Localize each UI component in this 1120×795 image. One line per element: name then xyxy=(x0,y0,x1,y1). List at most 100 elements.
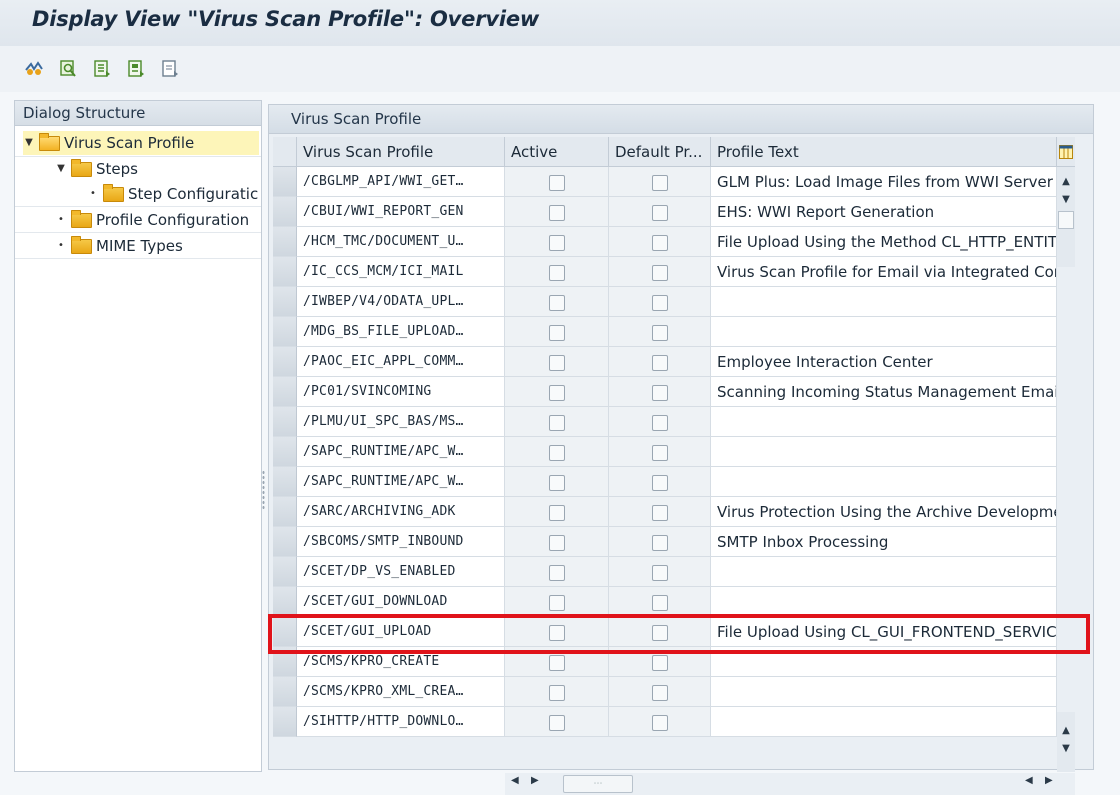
scroll-thumb[interactable]: ⋯ xyxy=(563,775,633,793)
row-selector[interactable] xyxy=(273,317,297,347)
panel-splitter[interactable] xyxy=(262,470,265,510)
row-selector[interactable] xyxy=(273,197,297,227)
default-checkbox[interactable] xyxy=(651,655,668,671)
active-checkbox[interactable] xyxy=(548,715,565,731)
default-checkbox[interactable] xyxy=(651,445,668,461)
expand-triangle-icon[interactable]: ▼ xyxy=(55,157,67,181)
row-selector[interactable] xyxy=(273,557,297,587)
active-checkbox[interactable] xyxy=(548,295,565,311)
row-selector[interactable] xyxy=(273,467,297,497)
table-row[interactable]: /SBCOMS/SMTP_INBOUND SMTP Inbox Processin… xyxy=(273,527,1075,557)
tree-item-mime-types[interactable]: • MIME Types xyxy=(55,234,183,258)
scroll-left-icon[interactable]: ◀ xyxy=(1025,775,1033,786)
table-row[interactable]: /SCET/GUI_DOWNLOAD xyxy=(273,587,1075,617)
scroll-thumb[interactable] xyxy=(1058,211,1074,229)
active-checkbox[interactable] xyxy=(548,205,565,221)
tree-item-virus-scan-profile[interactable]: ▼ Virus Scan Profile xyxy=(23,131,259,155)
select-all-rows-button[interactable] xyxy=(273,137,297,167)
column-header-profile[interactable]: Virus Scan Profile xyxy=(297,137,505,167)
column-header-default[interactable]: Default Pr... xyxy=(609,137,711,167)
table-row[interactable]: /SIHTTP/HTTP_DOWNLO… xyxy=(273,707,1075,737)
scroll-down-icon[interactable]: ▼ xyxy=(1057,740,1075,758)
tree-item-step-configuration[interactable]: • Step Configuratic xyxy=(87,182,259,206)
select-block-icon[interactable] xyxy=(126,59,146,79)
active-checkbox[interactable] xyxy=(548,415,565,431)
horizontal-scrollbar[interactable]: ◀ ▶ ⋯ ◀ ▶ xyxy=(505,773,1075,795)
scroll-up-icon[interactable]: ▲ xyxy=(1057,173,1075,191)
active-checkbox[interactable] xyxy=(548,505,565,521)
row-selector[interactable] xyxy=(273,377,297,407)
row-selector[interactable] xyxy=(273,587,297,617)
active-checkbox[interactable] xyxy=(548,265,565,281)
default-checkbox[interactable] xyxy=(651,475,668,491)
select-all-icon[interactable] xyxy=(92,59,112,79)
active-checkbox[interactable] xyxy=(548,445,565,461)
active-checkbox[interactable] xyxy=(548,535,565,551)
default-checkbox[interactable] xyxy=(651,355,668,371)
scroll-down-icon[interactable]: ▼ xyxy=(1057,191,1075,209)
table-row[interactable]: /PAOC_EIC_APPL_COMM… Employee Interaction… xyxy=(273,347,1075,377)
default-checkbox[interactable] xyxy=(651,685,668,701)
row-selector[interactable] xyxy=(273,677,297,707)
default-checkbox[interactable] xyxy=(651,385,668,401)
active-checkbox[interactable] xyxy=(548,685,565,701)
table-row[interactable]: /CBUI/WWI_REPORT_GEN EHS: WWI Report Gene… xyxy=(273,197,1075,227)
default-checkbox[interactable] xyxy=(651,175,668,191)
vertical-scrollbar[interactable]: ▲ ▼ xyxy=(1057,167,1075,267)
details-icon[interactable] xyxy=(58,59,78,79)
default-checkbox[interactable] xyxy=(651,535,668,551)
table-row[interactable]: /SARC/ARCHIVING_ADK Virus Protection Usin… xyxy=(273,497,1075,527)
table-row[interactable]: /PLMU/UI_SPC_BAS/MS… xyxy=(273,407,1075,437)
active-checkbox[interactable] xyxy=(548,355,565,371)
active-checkbox[interactable] xyxy=(548,565,565,581)
active-checkbox[interactable] xyxy=(548,655,565,671)
active-checkbox[interactable] xyxy=(548,235,565,251)
active-checkbox[interactable] xyxy=(548,385,565,401)
table-row[interactable]: /HCM_TMC/DOCUMENT_U… File Upload Using th… xyxy=(273,227,1075,257)
row-selector[interactable] xyxy=(273,287,297,317)
default-checkbox[interactable] xyxy=(651,265,668,281)
default-checkbox[interactable] xyxy=(651,205,668,221)
table-row[interactable]: /CBGLMP_API/WWI_GET… GLM Plus: Load Image… xyxy=(273,167,1075,197)
scroll-left-icon[interactable]: ◀ xyxy=(511,775,519,786)
other-view-icon[interactable] xyxy=(24,59,44,79)
table-row[interactable]: /SCET/DP_VS_ENABLED xyxy=(273,557,1075,587)
scroll-right-icon[interactable]: ▶ xyxy=(1045,775,1053,786)
row-selector[interactable] xyxy=(273,437,297,467)
table-row[interactable]: /SAPC_RUNTIME/APC_W… xyxy=(273,437,1075,467)
vertical-scrollbar-bottom[interactable]: ▲ ▼ xyxy=(1057,712,1075,772)
table-settings-icon[interactable] xyxy=(1057,137,1075,167)
active-checkbox[interactable] xyxy=(548,475,565,491)
table-row[interactable]: /MDG_BS_FILE_UPLOAD… xyxy=(273,317,1075,347)
row-selector[interactable] xyxy=(273,257,297,287)
table-row[interactable]: /SAPC_RUNTIME/APC_W… xyxy=(273,467,1075,497)
default-checkbox[interactable] xyxy=(651,325,668,341)
scroll-right-icon[interactable]: ▶ xyxy=(531,775,539,786)
active-checkbox[interactable] xyxy=(548,175,565,191)
default-checkbox[interactable] xyxy=(651,505,668,521)
row-selector[interactable] xyxy=(273,347,297,377)
column-header-profile-text[interactable]: Profile Text xyxy=(711,137,1057,167)
table-row[interactable]: /PC01/SVINCOMING Scanning Incoming Status… xyxy=(273,377,1075,407)
row-selector[interactable] xyxy=(273,167,297,197)
default-checkbox[interactable] xyxy=(651,565,668,581)
table-row[interactable]: /SCMS/KPRO_XML_CREA… xyxy=(273,677,1075,707)
row-selector[interactable] xyxy=(273,527,297,557)
row-selector[interactable] xyxy=(273,707,297,737)
expand-triangle-icon[interactable]: ▼ xyxy=(23,131,35,155)
row-selector[interactable] xyxy=(273,227,297,257)
default-checkbox[interactable] xyxy=(651,415,668,431)
default-checkbox[interactable] xyxy=(651,715,668,731)
column-header-active[interactable]: Active xyxy=(505,137,609,167)
table-row[interactable]: /IWBEP/V4/ODATA_UPL… xyxy=(273,287,1075,317)
active-checkbox[interactable] xyxy=(548,595,565,611)
active-checkbox[interactable] xyxy=(548,325,565,341)
row-selector[interactable] xyxy=(273,497,297,527)
default-checkbox[interactable] xyxy=(651,295,668,311)
row-selector[interactable] xyxy=(273,407,297,437)
default-checkbox[interactable] xyxy=(651,235,668,251)
tree-item-profile-configuration[interactable]: • Profile Configuration xyxy=(55,208,249,232)
deselect-all-icon[interactable] xyxy=(160,59,180,79)
default-checkbox[interactable] xyxy=(651,595,668,611)
tree-item-steps[interactable]: ▼ Steps xyxy=(55,157,138,181)
